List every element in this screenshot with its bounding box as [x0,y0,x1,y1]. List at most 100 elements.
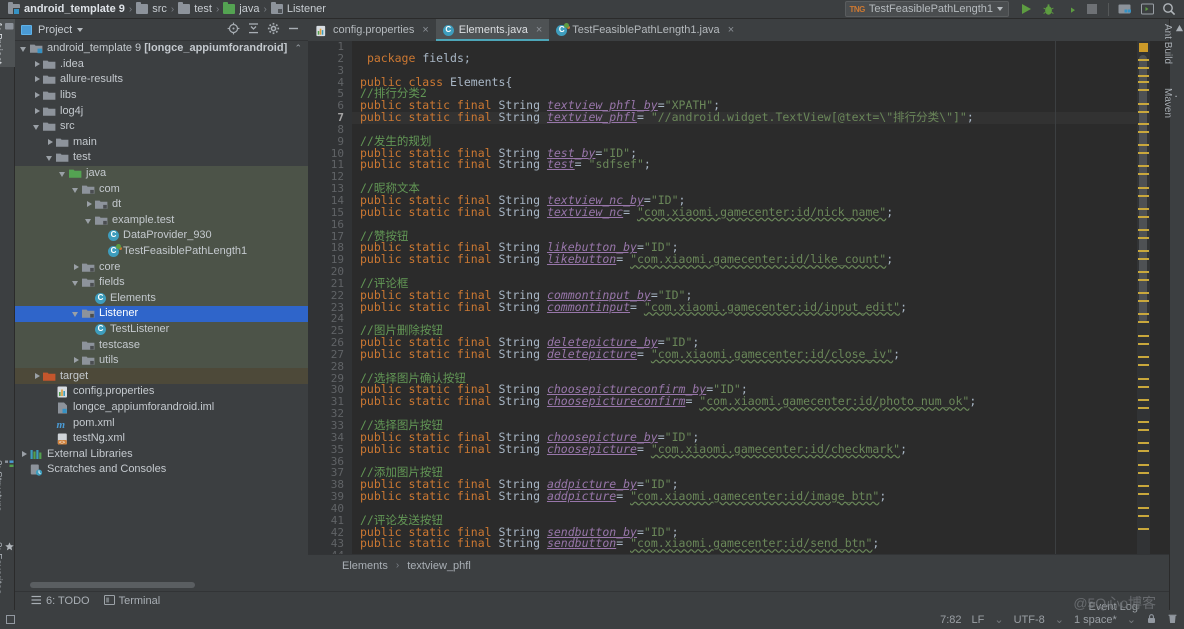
caret-position[interactable]: 7:82 [940,614,961,626]
line-separator-chevron-icon[interactable]: ⌄ [994,613,1003,626]
line-number[interactable]: 42 [308,527,352,539]
stripe-marker[interactable] [1138,386,1149,388]
line-number[interactable]: 12 [308,171,352,183]
breadcrumb-item-test[interactable]: test [176,0,214,19]
chevron-down-icon[interactable] [71,308,82,319]
tree-item-utils[interactable]: utils [15,353,308,369]
line-number[interactable]: 8 [308,124,352,136]
chevron-right-icon[interactable] [32,74,43,85]
code-line[interactable]: public static final String choosepicture… [352,444,1137,456]
tree-item-dataprovider-930[interactable]: DataProvider_930 [15,228,308,244]
collapse-all-icon[interactable] [247,22,260,38]
debug-button[interactable] [1037,0,1059,18]
line-number[interactable]: 20 [308,266,352,278]
tree-item-listener[interactable]: Listener [15,306,308,322]
line-number[interactable]: 41 [308,515,352,527]
breadcrumb-item-android-template-9[interactable]: android_template 9 [6,0,127,19]
line-number[interactable]: 2 [308,53,352,65]
line-number[interactable]: 14 [308,195,352,207]
indent-setting[interactable]: 1 space* [1074,614,1117,626]
code-line[interactable]: public static final String sendbutton= "… [352,538,1137,550]
breadcrumb-field[interactable]: textview_phfl [407,560,471,572]
tree-item-scratches-and-consoles[interactable]: Scratches and Consoles [15,462,308,478]
stripe-marker[interactable] [1138,442,1149,444]
tree-item-fields[interactable]: fields [15,275,308,291]
code-line[interactable] [352,124,1137,136]
chevron-right-icon[interactable] [71,355,82,366]
chevron-down-icon[interactable] [71,184,82,195]
code-line[interactable] [352,171,1137,183]
line-number[interactable]: 21 [308,278,352,290]
code-line[interactable]: public static final String commontinput=… [352,302,1137,314]
line-number[interactable]: 40 [308,503,352,515]
stripe-marker[interactable] [1138,279,1149,281]
line-number[interactable]: 32 [308,408,352,420]
tree-item-libs[interactable]: libs [15,88,308,104]
project-panel-scrollbar[interactable] [30,582,195,588]
code-line[interactable] [352,456,1137,468]
project-tree[interactable]: android_template 9 [longce_appiumforandr… [15,41,308,576]
line-number[interactable]: 43 [308,538,352,550]
stripe-marker[interactable] [1138,378,1149,380]
code-line[interactable]: public static final String textview_nc= … [352,207,1137,219]
line-number[interactable]: 25 [308,325,352,337]
hide-panel-icon[interactable] [287,22,300,38]
code-line[interactable] [352,266,1137,278]
tree-item-testcase[interactable]: testcase [15,337,308,353]
stripe-marker[interactable] [1138,292,1149,294]
line-number[interactable]: 30 [308,384,352,396]
stripe-marker[interactable] [1138,165,1149,167]
sidebar-item-structure[interactable]: 2: Structure [0,457,15,515]
line-number[interactable]: 28 [308,361,352,373]
stripe-marker[interactable] [1138,250,1149,252]
code-line[interactable] [352,219,1137,231]
stripe-marker[interactable] [1138,258,1149,260]
line-number[interactable]: 6 [308,100,352,112]
tree-item-src[interactable]: src [15,119,308,135]
line-number[interactable]: 13 [308,183,352,195]
line-number[interactable]: 3 [308,65,352,77]
line-number[interactable]: 36 [308,456,352,468]
stripe-marker[interactable] [1138,216,1149,218]
stripe-marker[interactable] [1138,229,1149,231]
code-editor[interactable]: 1234567891011121314151617181920212223242… [308,41,1184,554]
chevron-right-icon[interactable] [84,199,95,210]
stripe-marker[interactable] [1138,343,1149,345]
line-number[interactable]: 22 [308,290,352,302]
tree-item-longce-appiumforandroid-iml[interactable]: longce_appiumforandroid.iml [15,400,308,416]
close-icon[interactable]: × [728,24,734,36]
stripe-marker[interactable] [1138,144,1149,146]
file-encoding[interactable]: UTF-8 [1014,614,1045,626]
stripe-marker[interactable] [1138,152,1149,154]
stripe-marker[interactable] [1138,364,1149,366]
chevron-down-icon[interactable] [71,277,82,288]
sidebar-item-project[interactable]: 1: Project [0,19,15,67]
tree-item-target[interactable]: target [15,368,308,384]
editor-breadcrumb[interactable]: Elements › textview_phfl [308,554,1184,576]
sidebar-item-maven[interactable]: m Maven [1170,85,1184,121]
tree-item-core[interactable]: core [15,259,308,275]
stripe-marker[interactable] [1138,173,1149,175]
chevron-right-icon[interactable] [71,262,82,273]
tree-item-config-properties[interactable]: config.properties [15,384,308,400]
chevron-down-icon[interactable] [32,121,43,132]
tree-item-elements[interactable]: Elements [15,291,308,307]
chevron-right-icon[interactable] [32,106,43,117]
tree-item-testng-xml[interactable]: <>testNg.xml [15,431,308,447]
lock-icon[interactable] [1146,613,1157,627]
stripe-marker[interactable] [1138,528,1149,530]
tab-config-properties[interactable]: config.properties× [308,19,436,41]
stripe-marker[interactable] [1138,271,1149,273]
chevron-right-icon[interactable] [32,59,43,70]
tree-item-testfeasiblepathlength1[interactable]: TestFeasiblePathLength1 [15,244,308,260]
tree-item-dt[interactable]: dt [15,197,308,213]
stripe-marker[interactable] [1138,195,1149,197]
search-everywhere-icon[interactable] [1158,0,1180,18]
tree-item-allure-results[interactable]: allure-results [15,72,308,88]
stripe-marker[interactable] [1138,67,1149,69]
stripe-marker[interactable] [1138,356,1149,358]
line-number[interactable]: 9 [308,136,352,148]
stripe-marker[interactable] [1138,399,1149,401]
stripe-marker[interactable] [1138,507,1149,509]
settings-gear-icon[interactable] [267,22,280,38]
